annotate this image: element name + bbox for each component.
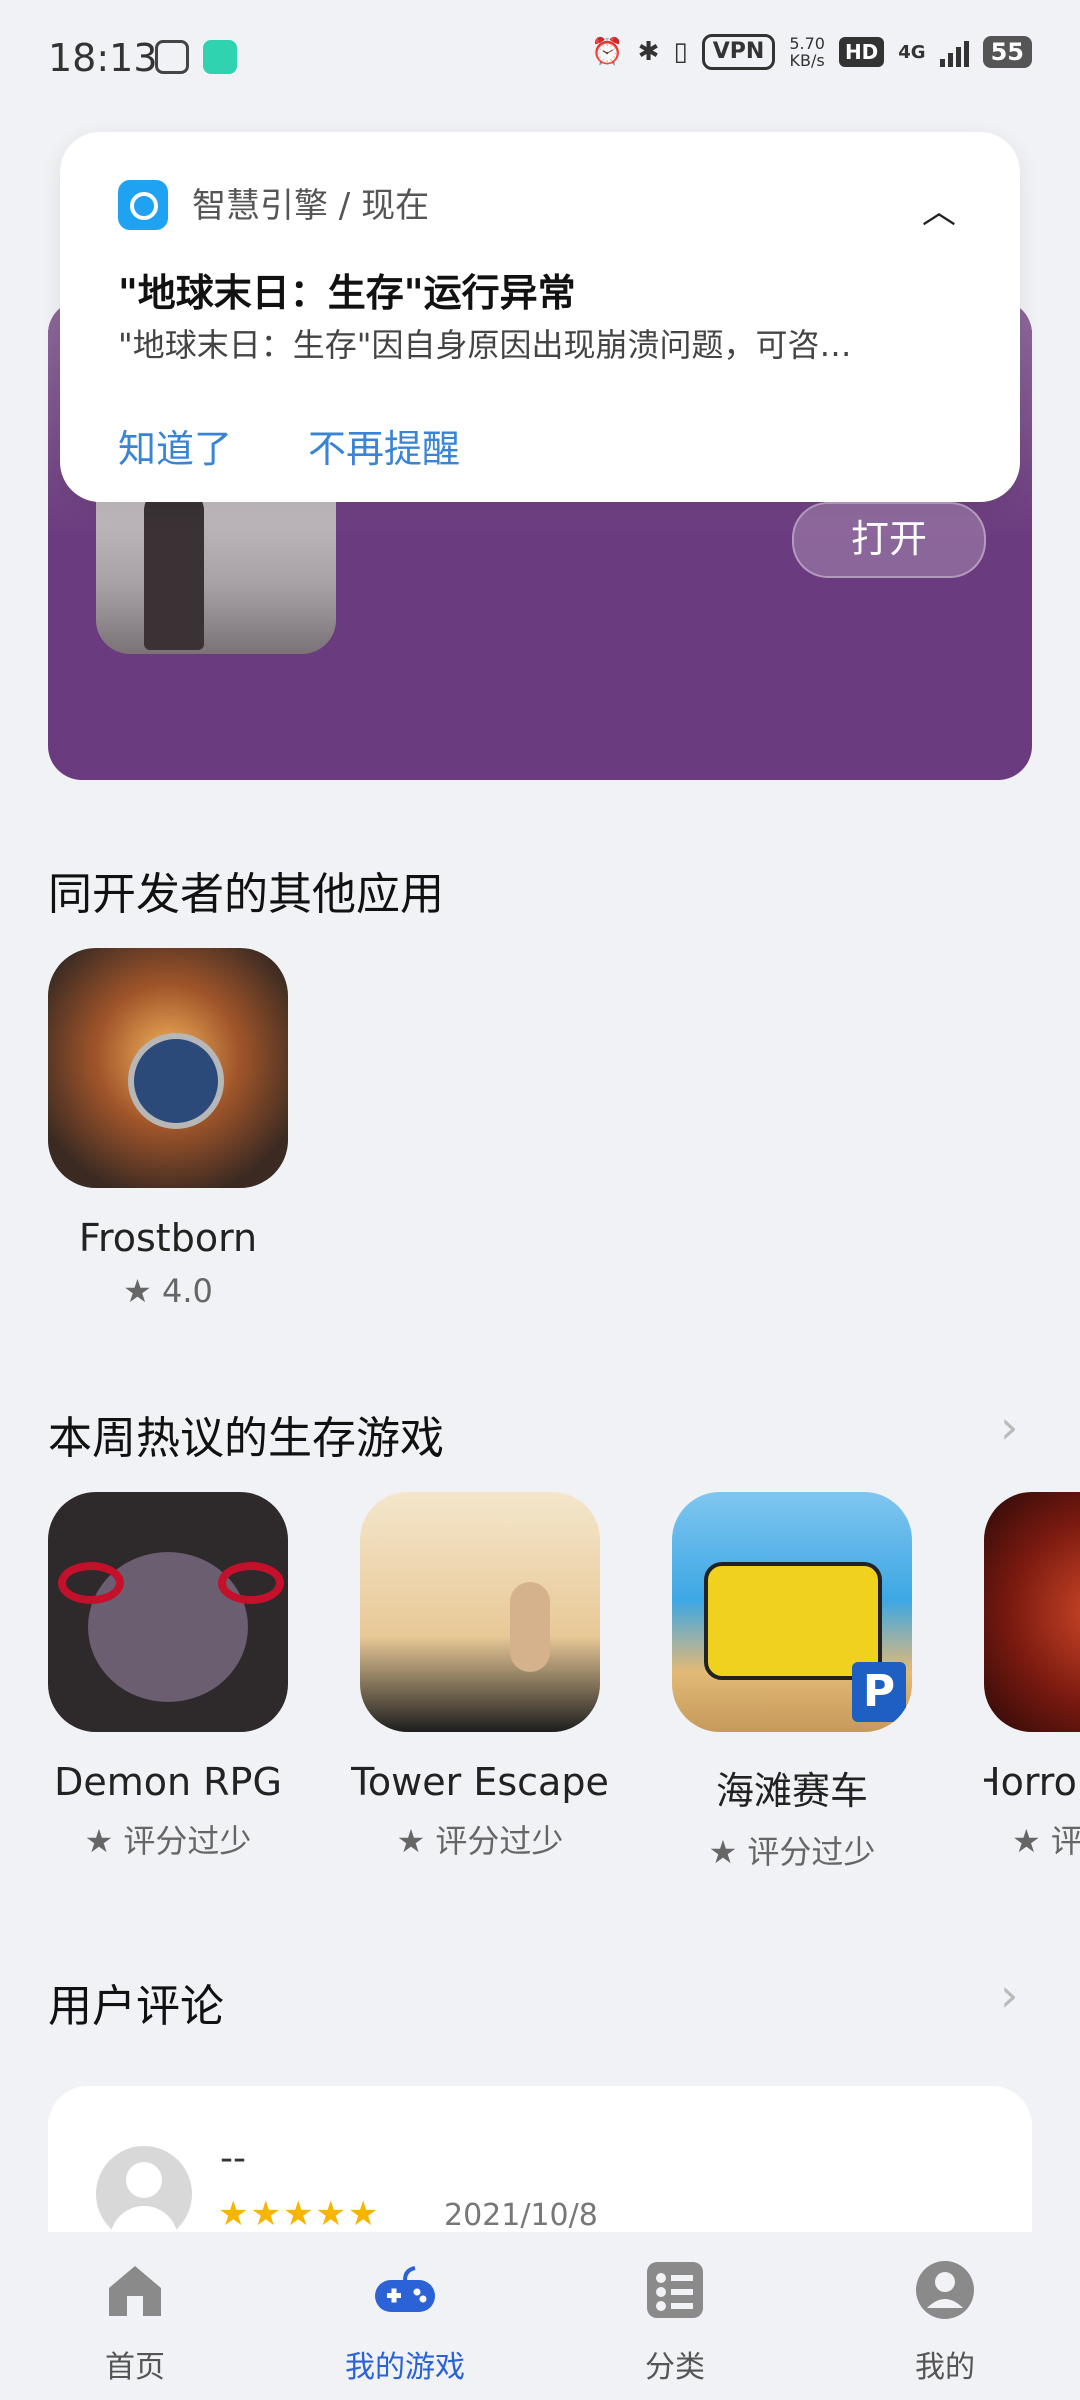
status-bar: 18:13 ⏰ ✱ ▯ VPN 5.70 KB/s HD 4G 55: [0, 0, 1080, 120]
section-title-reviews: 用户评论: [48, 1981, 224, 2032]
nav-label: 首页: [105, 2350, 165, 2385]
profile-icon: [916, 2261, 974, 2319]
star-icon: ★: [396, 1822, 426, 1860]
gamepad-icon: [375, 2266, 435, 2312]
demon-rpg-app-icon: [48, 1492, 288, 1732]
status-time: 18:13: [48, 36, 158, 80]
app-card-tower-escape[interactable]: Tower Escape ★ 评分过少: [351, 1492, 609, 1862]
app-rating: 4.0: [161, 1272, 213, 1310]
app-card-frostborn[interactable]: Frostborn ★ 4.0: [48, 948, 288, 1310]
app-name: Tower Escape: [351, 1760, 609, 1804]
section-title-same-developer: 同开发者的其他应用: [48, 869, 444, 920]
battery-indicator: 55: [982, 36, 1032, 68]
review-date: 2021/10/8: [444, 2198, 598, 2233]
star-icon: ★: [123, 1272, 152, 1310]
dont-remind-button[interactable]: 不再提醒: [308, 418, 460, 473]
section-title-hot-survival: 本周热议的生存游戏: [48, 1413, 444, 1464]
home-icon: [109, 2266, 161, 2316]
alarm-icon: ⏰: [591, 37, 624, 67]
nav-item-category[interactable]: 分类: [540, 2232, 810, 2400]
app-name: Horror: [984, 1760, 1080, 1804]
app-name: Frostborn: [78, 1216, 258, 1260]
hd-badge: HD: [838, 37, 885, 67]
nav-label: 我的: [915, 2350, 975, 2385]
app-rating: 评分过少: [747, 1833, 876, 1871]
game-thumbnail: [96, 478, 336, 654]
notification-body: "地球末日：生存"因自身原因出现崩溃问题，可咨…: [118, 326, 852, 364]
app-card-demon-rpg[interactable]: Demon RPG ★ 评分过少: [48, 1492, 288, 1862]
chevron-up-icon[interactable]: ︿: [922, 184, 956, 233]
open-button[interactable]: 打开: [792, 502, 986, 578]
star-icon: ★: [84, 1822, 114, 1860]
app-name: Demon RPG: [54, 1760, 282, 1804]
notification-title: "地球末日：生存"运行异常: [118, 271, 576, 315]
nav-label: 我的游戏: [345, 2350, 465, 2385]
review-username: --: [220, 2138, 246, 2179]
nav-item-my-games[interactable]: 我的游戏: [270, 2232, 540, 2400]
horror-app-icon: [984, 1492, 1080, 1732]
beach-racing-app-icon: P: [672, 1492, 912, 1732]
bottom-navigation: 首页 我的游戏 分类 我的: [0, 2232, 1080, 2400]
network-type: 4G: [898, 41, 926, 63]
notification-card[interactable]: 智慧引擎 / 现在 ︿ "地球末日：生存"运行异常 "地球末日：生存"因自身原因…: [60, 132, 1020, 502]
app-rating: 评分过少: [435, 1822, 564, 1860]
app-rating: 评分过少: [1050, 1822, 1080, 1860]
signal-icon: [939, 37, 969, 67]
avatar: [96, 2146, 192, 2242]
star-rating: ★★★★★: [218, 2194, 381, 2234]
star-icon: ★: [1012, 1822, 1041, 1860]
bluetooth-icon: ✱: [637, 37, 660, 67]
character-figure: [144, 490, 204, 650]
app-card-beach-racing[interactable]: P 海滩赛车 ★ 评分过少: [672, 1492, 912, 1873]
chevron-right-icon[interactable]: ›: [1000, 1400, 1018, 1454]
got-it-button[interactable]: 知道了: [118, 418, 232, 473]
vpn-badge: VPN: [701, 34, 776, 70]
app-rating: 评分过少: [123, 1822, 252, 1860]
parking-icon: P: [852, 1662, 906, 1722]
frostborn-app-icon: [48, 948, 288, 1188]
app-name: 海滩赛车: [715, 1769, 868, 1813]
category-icon: [647, 2262, 703, 2318]
nav-item-profile[interactable]: 我的: [810, 2232, 1080, 2400]
notification-source: 智慧引擎 / 现在: [192, 186, 430, 226]
chevron-right-icon[interactable]: ›: [1000, 1968, 1018, 2022]
tower-escape-app-icon: [360, 1492, 600, 1732]
vibrate-icon: ▯: [673, 37, 688, 67]
star-icon: ★: [708, 1833, 738, 1871]
network-speed: 5.70 KB/s: [789, 34, 825, 70]
smart-engine-icon: [118, 180, 168, 230]
nav-label: 分类: [645, 2350, 705, 2385]
speedometer-icon: [155, 40, 189, 74]
nav-item-home[interactable]: 首页: [0, 2232, 270, 2400]
app-notification-icon: [203, 40, 237, 74]
shield-icon: [128, 1033, 224, 1129]
app-card-horror[interactable]: Horror ★ 评分过少: [984, 1492, 1080, 1862]
